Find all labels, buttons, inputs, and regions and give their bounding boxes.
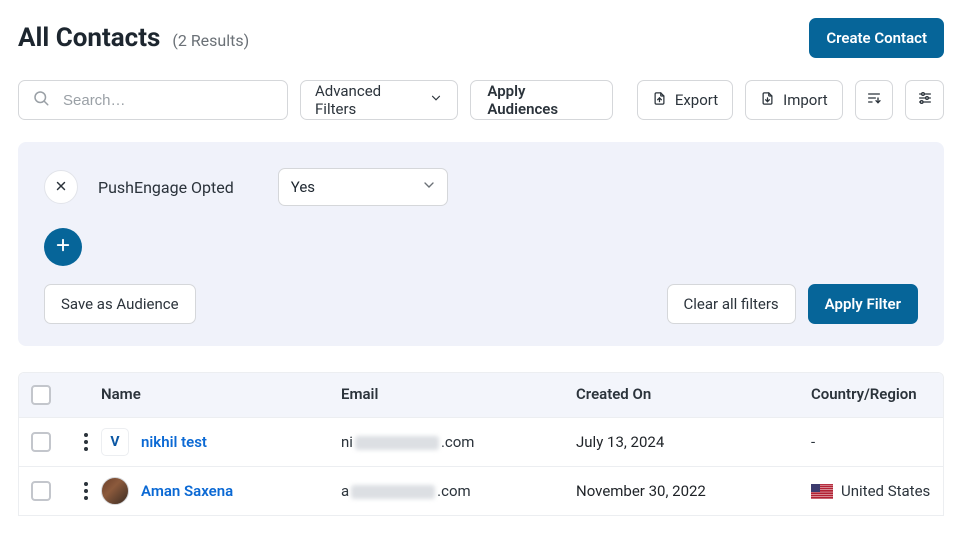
chevron-down-icon: [421, 177, 437, 197]
contact-name-link[interactable]: nikhil test: [141, 433, 207, 451]
column-name[interactable]: Name: [101, 385, 341, 405]
created-on-cell: July 13, 2024: [576, 433, 811, 451]
table-row: Aman Saxena a.com November 30, 2022 Unit…: [19, 466, 943, 515]
plus-icon: [54, 236, 72, 258]
table-header: Name Email Created On Country/Region: [19, 373, 943, 417]
redacted-text: [351, 485, 435, 499]
email-cell: ni.com: [341, 433, 576, 451]
redacted-text: [355, 436, 439, 450]
clear-all-filters-button[interactable]: Clear all filters: [667, 284, 796, 324]
country-cell: -: [811, 433, 931, 451]
add-filter-button[interactable]: [44, 228, 82, 266]
row-actions-menu[interactable]: [79, 433, 93, 451]
page-title: All Contacts: [18, 23, 160, 53]
create-contact-button[interactable]: Create Contact: [809, 18, 944, 58]
export-label: Export: [675, 91, 718, 109]
filter-value-label: Yes: [291, 178, 315, 196]
filter-panel: PushEngage Opted Yes Save as Audience Cl…: [18, 142, 944, 346]
search-input[interactable]: [18, 80, 288, 120]
filter-value-select[interactable]: Yes: [278, 168, 448, 206]
avatar: V: [101, 428, 129, 456]
column-created-on[interactable]: Created On: [576, 385, 811, 405]
apply-filter-label: Apply Filter: [825, 295, 901, 313]
export-icon: [652, 91, 667, 110]
apply-filter-button[interactable]: Apply Filter: [808, 284, 918, 324]
sort-icon: [866, 90, 882, 110]
row-checkbox[interactable]: [31, 432, 51, 452]
sliders-icon: [917, 90, 933, 110]
advanced-filters-label: Advanced Filters: [315, 82, 421, 118]
country-cell: United States: [811, 482, 931, 500]
remove-filter-button[interactable]: [44, 170, 78, 204]
clear-all-filters-label: Clear all filters: [684, 295, 779, 313]
close-icon: [54, 178, 68, 197]
select-all-checkbox[interactable]: [31, 385, 51, 405]
column-email[interactable]: Email: [341, 385, 576, 405]
import-icon: [760, 91, 775, 110]
search-wrapper: [18, 80, 288, 120]
table-row: V nikhil test ni.com July 13, 2024 -: [19, 417, 943, 466]
create-contact-label: Create Contact: [826, 29, 927, 47]
filter-field-label: PushEngage Opted: [98, 178, 234, 197]
flag-us-icon: [811, 484, 833, 499]
apply-audiences-label: Apply Audiences: [487, 82, 595, 118]
import-button[interactable]: Import: [745, 80, 843, 120]
chevron-down-icon: [429, 91, 443, 109]
sort-button[interactable]: [855, 80, 894, 120]
row-actions-menu[interactable]: [79, 482, 93, 500]
import-label: Import: [783, 91, 828, 109]
row-checkbox[interactable]: [31, 481, 51, 501]
results-count: (2 Results): [172, 31, 249, 50]
logo-icon: V: [110, 434, 119, 450]
save-as-audience-button[interactable]: Save as Audience: [44, 284, 196, 324]
created-on-cell: November 30, 2022: [576, 482, 811, 500]
settings-filter-button[interactable]: [905, 80, 944, 120]
contact-name-link[interactable]: Aman Saxena: [141, 482, 233, 500]
advanced-filters-button[interactable]: Advanced Filters: [300, 80, 458, 120]
export-button[interactable]: Export: [637, 80, 733, 120]
save-as-audience-label: Save as Audience: [61, 295, 179, 313]
search-icon: [32, 89, 50, 111]
column-country[interactable]: Country/Region: [811, 385, 931, 405]
apply-audiences-button[interactable]: Apply Audiences: [470, 80, 612, 120]
avatar: [101, 477, 129, 505]
email-cell: a.com: [341, 482, 576, 500]
contacts-table: Name Email Created On Country/Region V n…: [18, 372, 944, 516]
